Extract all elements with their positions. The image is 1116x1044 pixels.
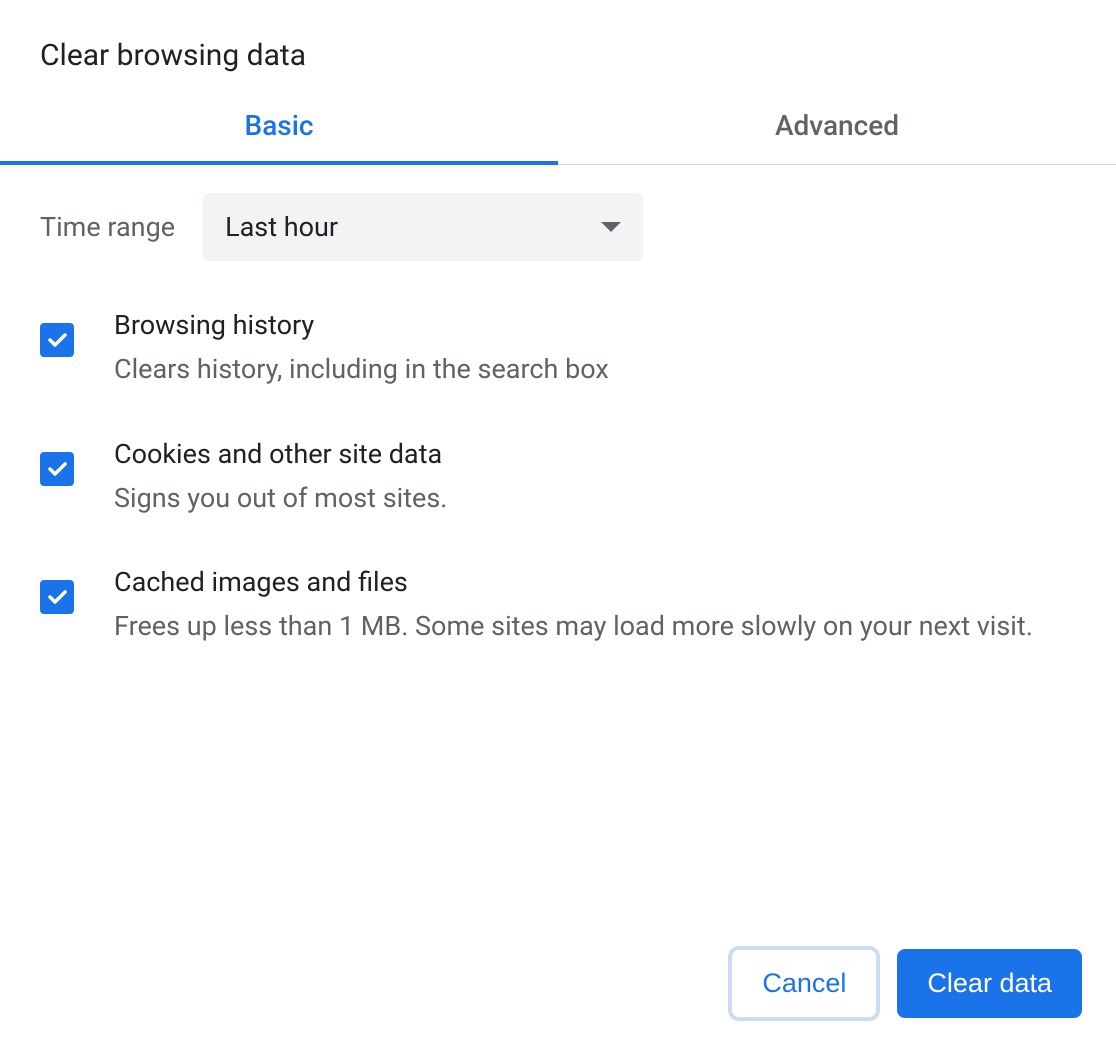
option-title: Cached images and files [114, 566, 1076, 598]
time-range-label: Time range [40, 211, 175, 243]
check-icon [45, 585, 69, 609]
option-browsing-history: Browsing history Clears history, includi… [40, 309, 1076, 390]
option-title: Browsing history [114, 309, 1076, 341]
option-text: Browsing history Clears history, includi… [114, 309, 1076, 390]
option-cached: Cached images and files Frees up less th… [40, 566, 1076, 647]
option-text: Cookies and other site data Signs you ou… [114, 438, 1076, 519]
tab-advanced[interactable]: Advanced [558, 91, 1116, 164]
clear-browsing-data-dialog: Clear browsing data Basic Advanced Time … [0, 0, 1116, 1044]
checkbox-browsing-history[interactable] [40, 323, 74, 357]
tab-basic[interactable]: Basic [0, 91, 558, 164]
dialog-title: Clear browsing data [0, 0, 1116, 91]
check-icon [45, 457, 69, 481]
option-description: Signs you out of most sites. [114, 478, 1076, 519]
time-range-row: Time range Last hour [40, 193, 1076, 261]
chevron-down-icon [601, 222, 621, 232]
option-cookies: Cookies and other site data Signs you ou… [40, 438, 1076, 519]
cancel-button[interactable]: Cancel [731, 949, 877, 1018]
dialog-content: Time range Last hour Browsing history Cl… [0, 165, 1116, 949]
checkbox-cookies[interactable] [40, 452, 74, 486]
option-title: Cookies and other site data [114, 438, 1076, 470]
option-description: Frees up less than 1 MB. Some sites may … [114, 606, 1076, 647]
dialog-actions: Cancel Clear data [0, 949, 1116, 1044]
check-icon [45, 328, 69, 352]
time-range-select[interactable]: Last hour [203, 193, 643, 261]
checkbox-cached[interactable] [40, 580, 74, 614]
option-description: Clears history, including in the search … [114, 349, 1076, 390]
tabs: Basic Advanced [0, 91, 1116, 165]
time-range-selected: Last hour [225, 211, 338, 243]
clear-data-button[interactable]: Clear data [897, 949, 1082, 1018]
option-text: Cached images and files Frees up less th… [114, 566, 1076, 647]
